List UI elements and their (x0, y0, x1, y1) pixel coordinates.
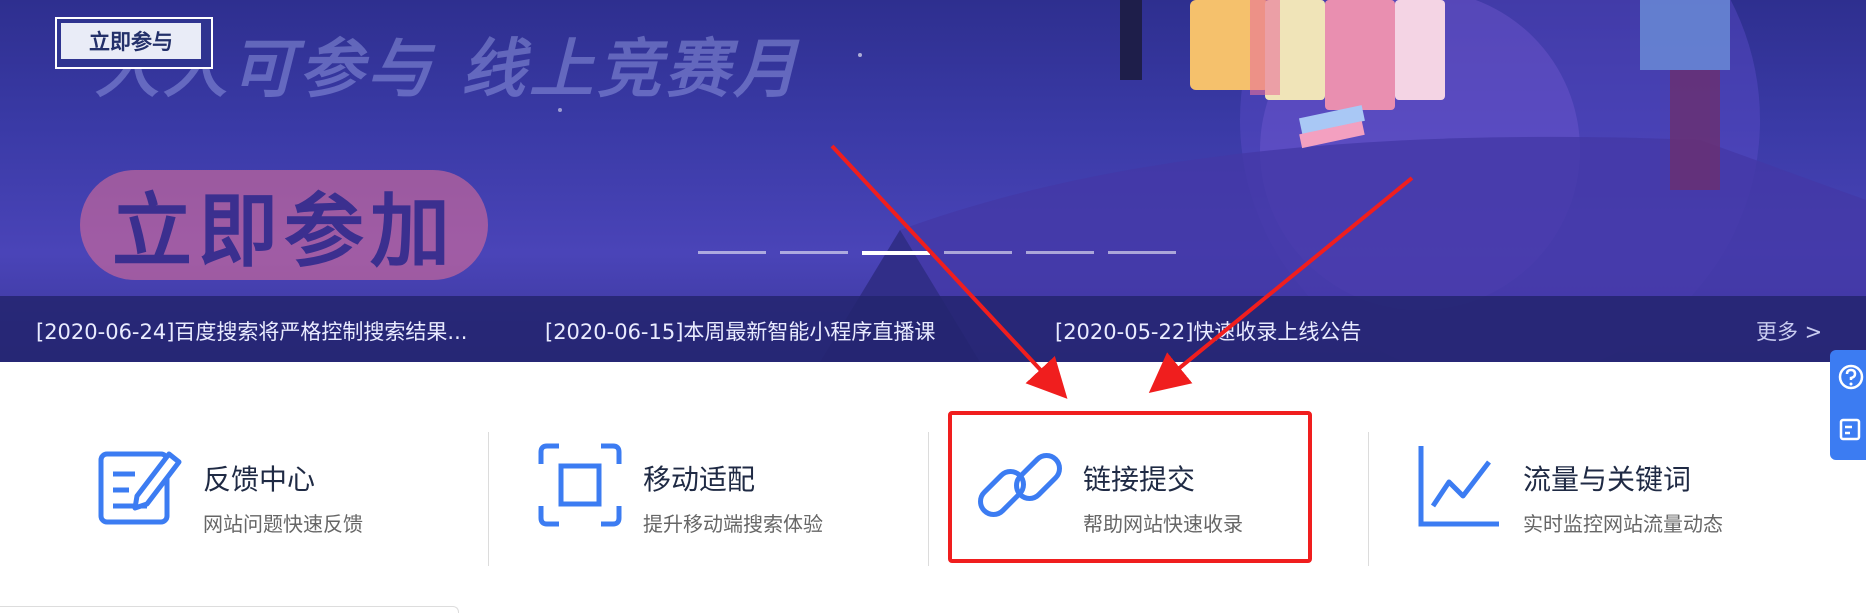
divider (1368, 432, 1369, 566)
join-now-button[interactable]: 立即参加 (80, 170, 488, 280)
feature-desc: 提升移动端搜索体验 (643, 512, 823, 536)
join-now-label: 立即参加 (112, 185, 456, 278)
feature-desc: 网站问题快速反馈 (203, 512, 363, 536)
news-link[interactable]: [2020-06-15]本周最新智能小程序直播课 (545, 316, 935, 346)
feature-title: 移动适配 (643, 463, 756, 496)
highlight-box (948, 411, 1312, 563)
carousel-dot[interactable] (780, 251, 848, 254)
feature-title: 流量与关键词 (1523, 463, 1692, 496)
carousel-dot-active[interactable] (862, 251, 930, 255)
hero-banner[interactable]: 人人可参与 线上竞赛月 立即参与 立即参加 (0, 0, 1866, 362)
banner-pill-label: 立即参与 (61, 23, 201, 59)
carousel-indicators (698, 251, 1176, 255)
carousel-dot[interactable] (1108, 251, 1176, 254)
feedback-edit-icon (98, 451, 182, 525)
divider (488, 432, 489, 566)
carousel-dot[interactable] (944, 251, 1012, 254)
mobile-adapt-icon (538, 443, 622, 527)
divider (928, 432, 929, 566)
trend-chart-icon (1418, 446, 1499, 527)
feature-title: 反馈中心 (203, 463, 316, 496)
carousel-dot[interactable] (1026, 251, 1094, 254)
edit-note-icon[interactable] (1838, 416, 1864, 442)
news-link[interactable]: [2020-06-24]百度搜索将严格控制搜索结果... (36, 316, 467, 346)
news-link[interactable]: [2020-05-22]快速收录上线公告 (1055, 316, 1361, 346)
news-more-link[interactable]: 更多 > (1756, 316, 1822, 346)
help-question-icon[interactable] (1838, 364, 1864, 390)
feature-desc: 实时监控网站流量动态 (1523, 512, 1723, 536)
floating-sidebar (1830, 350, 1866, 460)
banner-pill[interactable]: 立即参与 (55, 17, 213, 69)
carousel-dot[interactable] (698, 251, 766, 254)
